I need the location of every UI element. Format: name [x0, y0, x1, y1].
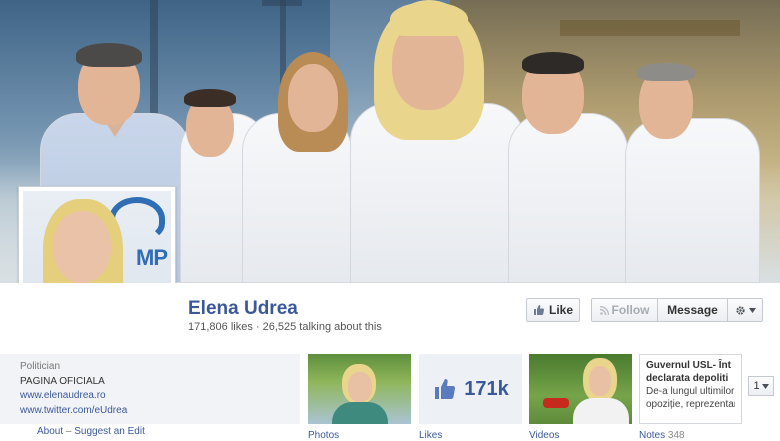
action-button-group: Follow Message: [591, 298, 763, 322]
videos-label[interactable]: Videos: [529, 430, 559, 441]
thumbs-up-icon: [533, 305, 544, 315]
like-button-label: Like: [548, 303, 573, 317]
like-button[interactable]: Like: [526, 298, 580, 322]
videos-thumb-body: [573, 398, 629, 424]
about-separator: –: [65, 426, 72, 437]
videos-thumb-face: [589, 366, 611, 396]
note-body-line-1: De-a lungul ultimilor a: [646, 386, 735, 397]
message-button-label: Message: [667, 303, 718, 317]
page-title[interactable]: Elena Udrea: [188, 298, 298, 320]
note-body-line-2: opoziție, reprezentan: [646, 399, 735, 410]
microphone-icon: [543, 398, 569, 408]
likes-count: 171k: [464, 377, 509, 400]
follow-button-label: Follow: [611, 303, 650, 317]
likes-tile[interactable]: 171k: [419, 354, 522, 424]
follow-button[interactable]: Follow: [592, 299, 658, 321]
cover-person-6: [625, 33, 760, 283]
profile-face: [53, 211, 111, 283]
cover-person-5: [508, 28, 628, 283]
thumbs-up-icon: [435, 379, 456, 399]
photos-thumb-body: [332, 402, 388, 424]
cover-person-3: [242, 28, 352, 283]
page-category: Politician: [20, 361, 61, 372]
settings-menu-button[interactable]: [728, 299, 762, 321]
about-info-box: Politician PAGINA OFICIALA www.elenaudre…: [0, 354, 300, 424]
page-description: PAGINA OFICIALA: [20, 375, 105, 387]
chevron-down-icon: [761, 383, 769, 389]
notes-label[interactable]: Notes 348: [639, 430, 685, 441]
about-link[interactable]: About: [37, 426, 63, 437]
photos-thumb-face: [348, 372, 372, 402]
apps-pager-dropdown[interactable]: 1: [748, 376, 774, 396]
about-links: About – Suggest an Edit: [37, 426, 145, 437]
notes-tile[interactable]: Guvernul USL- Înt declarata depoliti De-…: [639, 354, 742, 424]
pager-value: 1: [753, 380, 760, 392]
notes-count: 348: [667, 430, 685, 441]
note-title-line-1: Guvernul USL- Înt: [646, 360, 731, 371]
chevron-down-icon: [748, 307, 756, 313]
website-link[interactable]: www.elenaudrea.ro: [20, 389, 300, 404]
cover-person-4: [350, 0, 525, 283]
twitter-link[interactable]: www.twitter.com/eUdrea: [20, 404, 300, 419]
page-stats: 171,806 likes · 26,525 talking about thi…: [188, 321, 382, 333]
likes-label[interactable]: Likes: [419, 430, 442, 441]
note-title-line-2: declarata depoliti: [646, 373, 729, 384]
suggest-edit-link[interactable]: Suggest an Edit: [74, 426, 145, 437]
gear-icon: [735, 305, 745, 315]
videos-tile[interactable]: [529, 354, 632, 424]
follow-rss-icon: [599, 305, 609, 315]
party-logo-text: MP: [136, 245, 168, 270]
message-button[interactable]: Message: [658, 299, 728, 321]
notes-label-text: Notes: [639, 430, 666, 441]
photos-tile[interactable]: [308, 354, 411, 424]
photos-label[interactable]: Photos: [308, 430, 339, 441]
